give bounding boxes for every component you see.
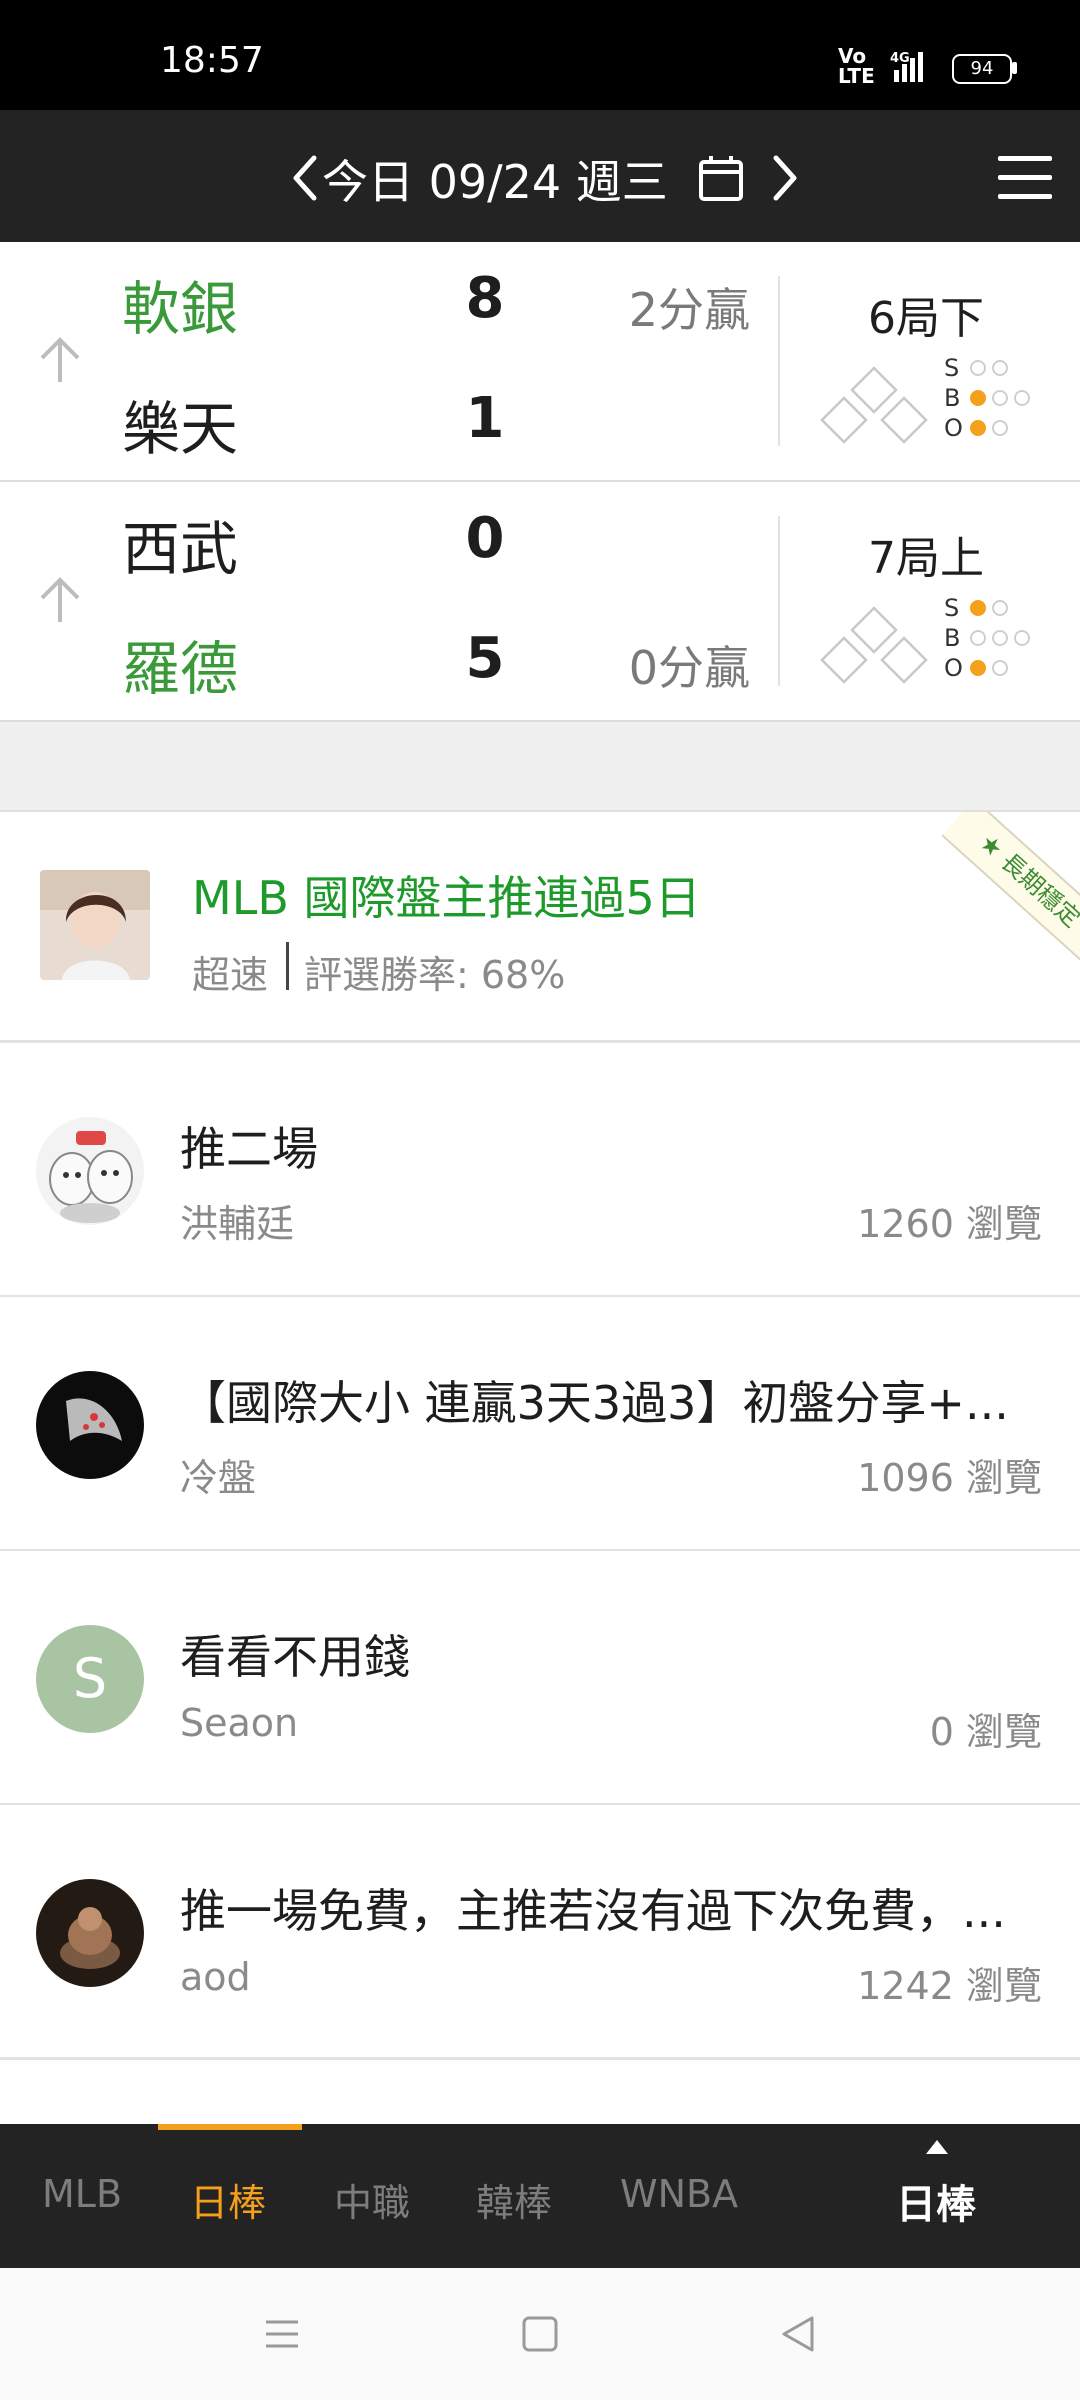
divider — [778, 516, 780, 686]
post-author[interactable]: 洪輔廷 — [180, 1193, 294, 1248]
team-name: 樂天 — [122, 395, 239, 463]
game-row[interactable]: 西武 0 羅德 5 0分贏 7局上 S B O — [0, 482, 1080, 723]
post-views: 0 瀏覽 — [929, 1710, 1042, 1754]
battery-icon: 94 — [952, 54, 1012, 84]
team-name: 軟銀 — [122, 275, 239, 343]
stable-badge: ★ 長期穩定 ★ — [941, 812, 1080, 984]
list-item[interactable]: 推二場 洪輔廷 1260 瀏覽 — [0, 1043, 1080, 1298]
featured-speed: 超速 — [192, 953, 269, 997]
ball-dot — [992, 390, 1008, 406]
bases-diamond-icon — [820, 366, 928, 444]
caret-up-icon — [926, 2140, 948, 2154]
menu-icon[interactable] — [998, 156, 1052, 200]
post-title[interactable]: 【國際大小 連贏3天3過3】初盤分享+... — [180, 1367, 1040, 1433]
post-author[interactable]: aod — [180, 1955, 251, 1999]
sbo-b-label: B — [944, 624, 961, 652]
sbo-count: S B O — [944, 596, 1054, 692]
strike-dot — [970, 360, 986, 376]
post-title[interactable]: 看看不用錢 — [180, 1621, 1040, 1687]
inning-label: 7局上 — [868, 533, 984, 584]
out-dot — [970, 420, 986, 436]
post-views: 1242 瀏覽 — [857, 1964, 1042, 2008]
divider — [778, 276, 780, 446]
team-score: 0 — [465, 506, 505, 571]
divider — [286, 942, 289, 990]
post-title[interactable]: 推二場 — [180, 1113, 1040, 1179]
featured-title[interactable]: MLB 國際盤主推連過5日 — [192, 862, 701, 928]
featured-win-rate: 評選勝率: 68% — [304, 953, 566, 997]
ball-dot — [970, 630, 986, 646]
strike-dot — [992, 360, 1008, 376]
team-name: 羅德 — [122, 635, 239, 703]
team-score: 5 — [465, 626, 505, 691]
active-tab-indicator — [158, 2124, 302, 2130]
sbo-o-label: O — [944, 414, 963, 442]
win-label: 2分贏 — [628, 283, 750, 337]
status-bar: 18:57 Vo LTE 4G 94 — [0, 0, 1080, 110]
list-item[interactable]: S 看看不用錢 Seaon 0 瀏覽 — [0, 1551, 1080, 1806]
tab-npb[interactable]: 日棒 — [190, 2172, 266, 2227]
league-tab-bar: MLB 日棒 中職 韓棒 WNBA 日棒 — [0, 2124, 1080, 2268]
section-gap — [0, 722, 1080, 812]
post-views: 1096 瀏覽 — [857, 1456, 1042, 1500]
post-views: 1260 瀏覽 — [857, 1202, 1042, 1246]
post-title[interactable]: 推一場免費，主推若沒有過下次免費，... — [180, 1875, 1040, 1941]
strike-dot — [992, 600, 1008, 616]
strike-dot — [970, 600, 986, 616]
date-header: 今日 09/24 週三 — [0, 110, 1080, 242]
featured-post[interactable]: MLB 國際盤主推連過5日 超速 評選勝率: 68% ★ 長期穩定 ★ — [0, 812, 1080, 1043]
prev-day-button[interactable] — [286, 148, 326, 208]
arrow-up-icon — [40, 577, 80, 622]
sbo-s-label: S — [944, 354, 960, 382]
team-name: 西武 — [122, 515, 239, 583]
ball-dot — [1014, 390, 1030, 406]
volte-indicator: Vo LTE — [838, 44, 875, 88]
ball-dot — [970, 390, 986, 406]
menu-nav-icon[interactable] — [256, 2308, 308, 2360]
calendar-icon[interactable] — [698, 154, 744, 202]
team-score: 1 — [465, 386, 505, 451]
avatar — [36, 1117, 144, 1225]
post-author[interactable]: 冷盤 — [180, 1447, 256, 1502]
home-nav-icon[interactable] — [514, 2308, 566, 2360]
status-time: 18:57 — [160, 40, 264, 81]
sbo-b-label: B — [944, 384, 961, 412]
sbo-s-label: S — [944, 594, 960, 622]
tab-wnba[interactable]: WNBA — [620, 2172, 738, 2216]
date-label[interactable]: 今日 09/24 週三 — [322, 146, 668, 212]
current-league-button[interactable]: 日棒 — [896, 2172, 976, 2230]
arrow-up-icon — [40, 337, 80, 382]
list-item[interactable]: 推一場免費，主推若沒有過下次免費，... aod 1242 瀏覽 — [0, 1805, 1080, 2060]
next-day-button[interactable] — [764, 148, 804, 208]
post-author[interactable]: Seaon — [180, 1701, 298, 1745]
svg-text:4G: 4G — [890, 51, 910, 66]
win-label: 0分贏 — [628, 641, 750, 695]
tab-cpbl[interactable]: 中職 — [334, 2172, 410, 2227]
sbo-count: S B O — [944, 356, 1054, 452]
system-nav-bar — [0, 2268, 1080, 2400]
inning-label: 6局下 — [868, 293, 984, 344]
game-row[interactable]: 軟銀 8 2分贏 樂天 1 6局下 S B O — [0, 242, 1080, 483]
sbo-o-label: O — [944, 654, 963, 682]
battery-tip — [1012, 62, 1017, 74]
tab-mlb[interactable]: MLB — [42, 2172, 122, 2216]
ball-dot — [992, 630, 1008, 646]
ball-dot — [1014, 630, 1030, 646]
avatar — [36, 1371, 144, 1479]
out-dot — [992, 420, 1008, 436]
avatar: S — [36, 1625, 144, 1733]
back-nav-icon[interactable] — [772, 2308, 824, 2360]
avatar — [36, 1879, 144, 1987]
stable-badge-label: 長期穩定 — [995, 847, 1080, 933]
team-score: 8 — [465, 266, 505, 331]
tipster-photo — [40, 870, 150, 980]
bases-diamond-icon — [820, 606, 928, 684]
out-dot — [970, 660, 986, 676]
out-dot — [992, 660, 1008, 676]
list-item[interactable]: 【國際大小 連贏3天3過3】初盤分享+... 冷盤 1096 瀏覽 — [0, 1297, 1080, 1552]
tab-kbo[interactable]: 韓棒 — [476, 2172, 552, 2227]
